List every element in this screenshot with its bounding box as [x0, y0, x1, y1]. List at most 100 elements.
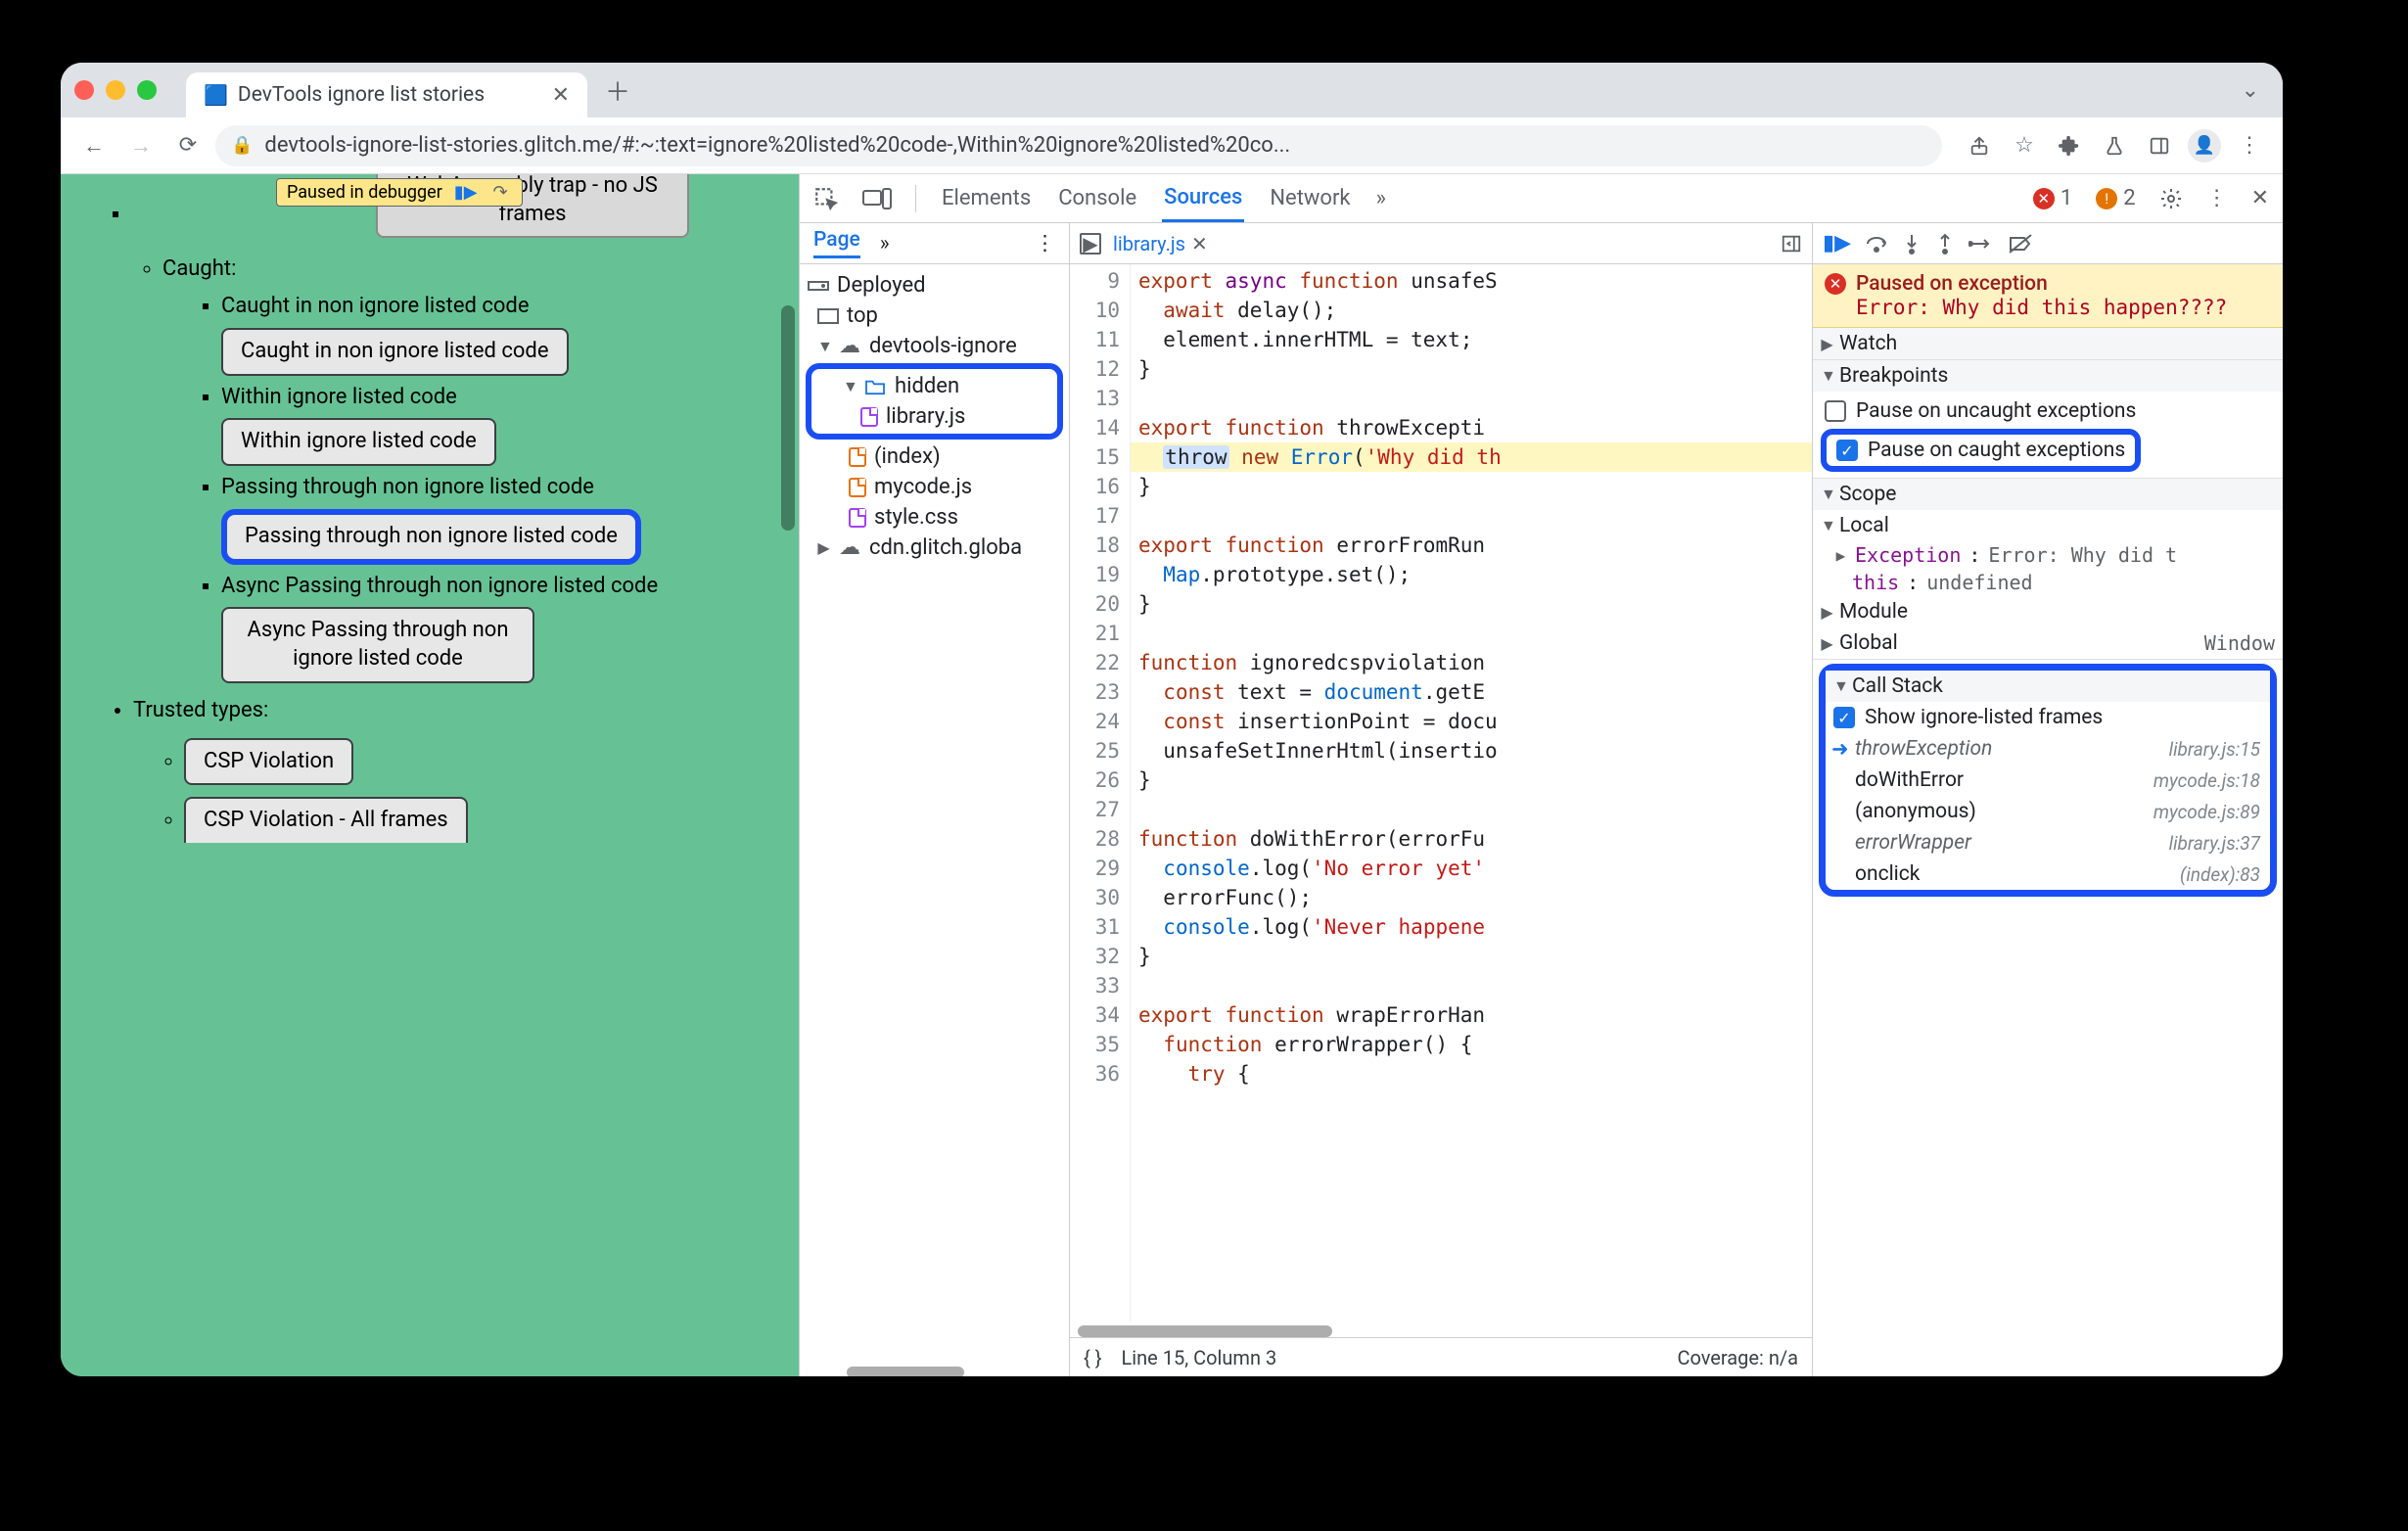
error-icon: ✕: [1825, 273, 1846, 295]
button-within-ignore[interactable]: Within ignore listed code: [221, 418, 496, 466]
navigator-tabs: Page » ⋮: [800, 223, 1069, 264]
page-scrollbar[interactable]: [781, 305, 795, 531]
call-stack-frame[interactable]: throwExceptionlibrary.js:15: [1826, 733, 2270, 765]
highlight-hidden-folder: ▼ hidden library.js: [806, 363, 1063, 440]
page-body: WebAssembly trap - no JS frames Caught: …: [61, 174, 799, 849]
share-icon[interactable]: [1960, 126, 1999, 165]
maximize-window[interactable]: [137, 80, 157, 100]
tree-cdn[interactable]: ▶ ☁ cdn.glitch.globa: [800, 533, 1069, 563]
call-stack-frame[interactable]: (anonymous)mycode.js:89: [1826, 796, 2270, 827]
tree-library-js[interactable]: library.js: [811, 401, 1057, 432]
reload-button[interactable]: ⟳: [168, 126, 208, 165]
paused-on-exception-notice: ✕ Paused on exception Error: Why did thi…: [1813, 264, 2283, 328]
call-stack-frames: throwExceptionlibrary.js:15doWithErrormy…: [1826, 733, 2270, 890]
more-panels-icon[interactable]: »: [1376, 186, 1386, 210]
scope-exception[interactable]: ▶ Exception: Error: Why did t: [1813, 541, 2283, 569]
omnibox[interactable]: 🔒 devtools-ignore-list-stories.glitch.me…: [215, 125, 1942, 166]
devtools: Elements Console Sources Network » ✕1 !2…: [799, 174, 2283, 1376]
tree-mycode[interactable]: mycode.js: [800, 472, 1069, 502]
checkbox-on-icon: ✓: [1836, 440, 1858, 461]
tab-strip: 🟦 DevTools ignore list stories ✕ ＋ ⌄: [61, 63, 2283, 117]
scope-local[interactable]: ▼Local: [1813, 510, 2283, 541]
code-horizontal-scrollbar[interactable]: [1070, 1322, 1812, 1337]
button-csp-violation[interactable]: CSP Violation: [184, 738, 353, 786]
step-button[interactable]: [1968, 235, 1994, 253]
section-watch: ▶Watch: [1813, 328, 2283, 360]
item-label-3: Async Passing through non ignore listed …: [221, 574, 658, 598]
back-button[interactable]: ←: [74, 126, 114, 165]
cloud-icon: ☁: [838, 335, 861, 358]
settings-icon[interactable]: [2159, 187, 2183, 210]
close-window[interactable]: [74, 80, 94, 100]
button-caught-non-ignore[interactable]: Caught in non ignore listed code: [221, 328, 569, 376]
script-icon: [849, 478, 866, 497]
editor-tab-library[interactable]: library.js ✕: [1113, 232, 1208, 255]
scope-module[interactable]: ▶Module: [1813, 596, 2283, 627]
step-over-button[interactable]: [1865, 234, 1888, 254]
step-over-inline[interactable]: ↷: [489, 182, 512, 203]
code-editor[interactable]: 9101112131415161718192021222324252627282…: [1070, 264, 1812, 1322]
minimize-window[interactable]: [106, 80, 125, 100]
step-out-button[interactable]: [1935, 233, 1955, 255]
pause-on-uncaught-checkbox[interactable]: Pause on uncaught exceptions: [1817, 395, 2279, 427]
button-async-passing[interactable]: Async Passing through non ignore listed …: [221, 607, 534, 682]
button-passing-through[interactable]: Passing through non ignore listed code: [221, 509, 641, 565]
nav-more-icon[interactable]: »: [880, 232, 890, 255]
tree-deployed[interactable]: Deployed: [800, 270, 1069, 301]
profile-button[interactable]: 👤: [2185, 126, 2224, 165]
new-tab-button[interactable]: ＋: [599, 71, 636, 109]
panel-network[interactable]: Network: [1268, 176, 1352, 220]
pause-on-caught-checkbox[interactable]: ✓ Pause on caught exceptions: [1830, 437, 2131, 464]
warning-count[interactable]: !2: [2096, 186, 2135, 210]
sidepanel-icon[interactable]: [2140, 126, 2179, 165]
code-editor-pane: ▶ library.js ✕ 910111213141516171819202: [1070, 223, 1813, 1376]
nav-tab-page[interactable]: Page: [813, 228, 860, 258]
lock-icon[interactable]: 🔒: [231, 135, 253, 156]
step-into-button[interactable]: [1902, 233, 1922, 255]
tree-style[interactable]: style.css: [800, 502, 1069, 533]
panel-elements[interactable]: Elements: [940, 176, 1033, 220]
tree-index[interactable]: (index): [800, 441, 1069, 472]
nav-menu-icon[interactable]: ⋮: [1035, 231, 1055, 255]
inspect-icon[interactable]: [813, 186, 839, 211]
tabs-menu-icon[interactable]: ⌄: [2242, 78, 2269, 103]
item-label-2: Passing through non ignore listed code: [221, 475, 594, 499]
browser-window: 🟦 DevTools ignore list stories ✕ ＋ ⌄ ← →…: [61, 63, 2283, 1376]
browser-toolbar: ← → ⟳ 🔒 devtools-ignore-list-stories.gli…: [61, 117, 2283, 174]
scope-global[interactable]: ▶Global Window: [1813, 627, 2283, 659]
close-tab-icon[interactable]: ✕: [552, 83, 570, 108]
stylesheet-icon: [849, 508, 866, 528]
cloud-icon: ☁: [838, 536, 861, 560]
section-callstack: ▼Call Stack ✓ Show ignore-listed frames …: [1826, 671, 2270, 890]
labs-icon[interactable]: [2095, 126, 2134, 165]
panel-sources[interactable]: Sources: [1162, 175, 1244, 222]
nav-horizontal-scrollbar[interactable]: [800, 1361, 1069, 1376]
highlight-pause-on-caught: ✓ Pause on caught exceptions: [1821, 429, 2141, 472]
devtools-close-icon[interactable]: ✕: [2251, 186, 2269, 210]
tree-top[interactable]: top: [800, 301, 1069, 331]
deactivate-breakpoints-button[interactable]: [2008, 233, 2033, 255]
device-icon[interactable]: [862, 188, 892, 209]
show-ignore-listed-checkbox[interactable]: ✓ Show ignore-listed frames: [1826, 702, 2270, 733]
resume-button-inline[interactable]: ▮▶: [450, 182, 482, 203]
toggle-sidebar-icon[interactable]: [1781, 233, 1802, 255]
close-editor-tab-icon[interactable]: ✕: [1191, 232, 1208, 255]
panel-console[interactable]: Console: [1056, 176, 1138, 220]
browser-tab[interactable]: 🟦 DevTools ignore list stories ✕: [186, 72, 587, 117]
devtools-menu-icon[interactable]: ⋮: [2206, 186, 2228, 210]
error-count[interactable]: ✕1: [2033, 186, 2072, 210]
chrome-menu-icon[interactable]: ⋮: [2230, 126, 2269, 165]
tree-hidden-folder[interactable]: ▼ hidden: [811, 371, 1057, 401]
toggle-navigator-icon[interactable]: ▶: [1080, 233, 1101, 255]
button-csp-violation-all[interactable]: CSP Violation - All frames: [184, 797, 468, 843]
bookmark-icon[interactable]: ☆: [2005, 126, 2044, 165]
tree-origin[interactable]: ▼ ☁ devtools-ignore: [800, 331, 1069, 361]
call-stack-frame[interactable]: errorWrapperlibrary.js:37: [1826, 827, 2270, 858]
call-stack-frame[interactable]: doWithErrormycode.js:18: [1826, 765, 2270, 796]
resume-button[interactable]: ▮▶: [1823, 231, 1851, 255]
code-lines: export async function unsafeS await dela…: [1131, 264, 1812, 1322]
devtools-toolbar: Elements Console Sources Network » ✕1 !2…: [800, 174, 2283, 223]
extensions-icon[interactable]: [2050, 126, 2089, 165]
pretty-print-icon[interactable]: { }: [1084, 1346, 1102, 1369]
call-stack-frame[interactable]: onclick(index):83: [1826, 858, 2270, 890]
